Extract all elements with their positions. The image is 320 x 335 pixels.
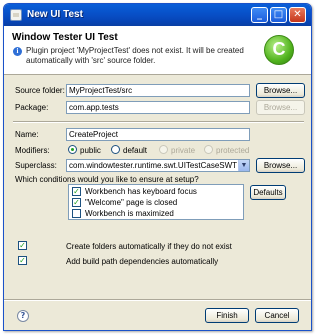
info-icon: i xyxy=(13,47,22,56)
close-button[interactable]: ✕ xyxy=(289,7,306,23)
condition-keyboard-focus-checkbox[interactable]: ✓ xyxy=(72,187,81,196)
source-folder-browse-button[interactable]: Browse... xyxy=(256,83,305,98)
modifier-private-label[interactable]: private xyxy=(171,146,195,155)
create-folders-label[interactable]: Create folders automatically if they do … xyxy=(66,242,232,251)
name-input[interactable]: CreateProject xyxy=(66,128,250,141)
defaults-button[interactable]: Defaults xyxy=(250,185,286,200)
superclass-value: com.windowtester.runtime.swt.UITestCaseS… xyxy=(69,161,238,170)
modifier-public-label[interactable]: public xyxy=(80,146,101,155)
superclass-combo[interactable]: com.windowtester.runtime.swt.UITestCaseS… xyxy=(66,159,250,172)
help-icon[interactable]: ? xyxy=(17,310,29,322)
chevron-down-icon[interactable]: ▼ xyxy=(238,160,249,171)
condition-keyboard-focus-label[interactable]: Workbench has keyboard focus xyxy=(85,187,197,196)
create-folders-checkbox[interactable]: ✓ xyxy=(18,241,27,250)
logo-letter: C xyxy=(272,39,286,59)
modifiers-label: Modifiers: xyxy=(15,146,50,155)
modifier-default-radio[interactable] xyxy=(111,145,120,154)
wizard-title: Window Tester UI Test xyxy=(12,32,118,43)
footer-separator xyxy=(4,299,311,301)
add-dependencies-checkbox[interactable]: ✓ xyxy=(18,256,27,265)
maximize-button[interactable]: □ xyxy=(270,7,287,23)
modifier-protected-label[interactable]: protected xyxy=(216,146,249,155)
superclass-browse-button[interactable]: Browse... xyxy=(256,158,305,173)
superclass-label: Superclass: xyxy=(15,161,57,170)
package-input[interactable]: com.app.tests xyxy=(66,101,250,114)
conditions-checklist[interactable]: ✓ Workbench has keyboard focus ✓ "Welcom… xyxy=(68,184,244,220)
wizard-header: Window Tester UI Test i Plugin project '… xyxy=(4,26,311,75)
new-ui-test-dialog: New UI Test _ □ ✕ Window Tester UI Test … xyxy=(3,3,312,331)
name-label: Name: xyxy=(15,130,39,139)
conditions-label: Which conditions would you like to ensur… xyxy=(15,175,199,184)
separator xyxy=(13,121,304,123)
modifier-protected-radio[interactable] xyxy=(204,145,213,154)
minimize-button[interactable]: _ xyxy=(251,7,268,23)
window-title: New UI Test xyxy=(27,9,83,20)
source-folder-input[interactable]: MyProjectTest/src xyxy=(66,84,250,97)
condition-welcome-closed-label[interactable]: "Welcome" page is closed xyxy=(85,198,177,207)
modifier-private-radio[interactable] xyxy=(159,145,168,154)
condition-maximized-label[interactable]: Workbench is maximized xyxy=(85,209,174,218)
condition-maximized-checkbox[interactable] xyxy=(72,209,81,218)
package-label: Package: xyxy=(15,103,49,112)
modifier-default-label[interactable]: default xyxy=(123,146,147,155)
windowtester-logo-icon: C xyxy=(264,35,294,65)
wizard-message: Plugin project 'MyProjectTest' does not … xyxy=(26,46,244,65)
finish-button[interactable]: Finish xyxy=(205,308,249,323)
modifier-public-radio[interactable] xyxy=(68,145,77,154)
add-dependencies-label[interactable]: Add build path dependencies automaticall… xyxy=(66,257,218,266)
package-browse-button[interactable]: Browse... xyxy=(256,100,305,115)
condition-welcome-closed-checkbox[interactable]: ✓ xyxy=(72,198,81,207)
title-bar[interactable]: New UI Test _ □ ✕ xyxy=(4,4,311,26)
cancel-button[interactable]: Cancel xyxy=(255,308,299,323)
source-folder-label: Source folder: xyxy=(15,86,65,95)
window-app-icon xyxy=(10,9,22,21)
